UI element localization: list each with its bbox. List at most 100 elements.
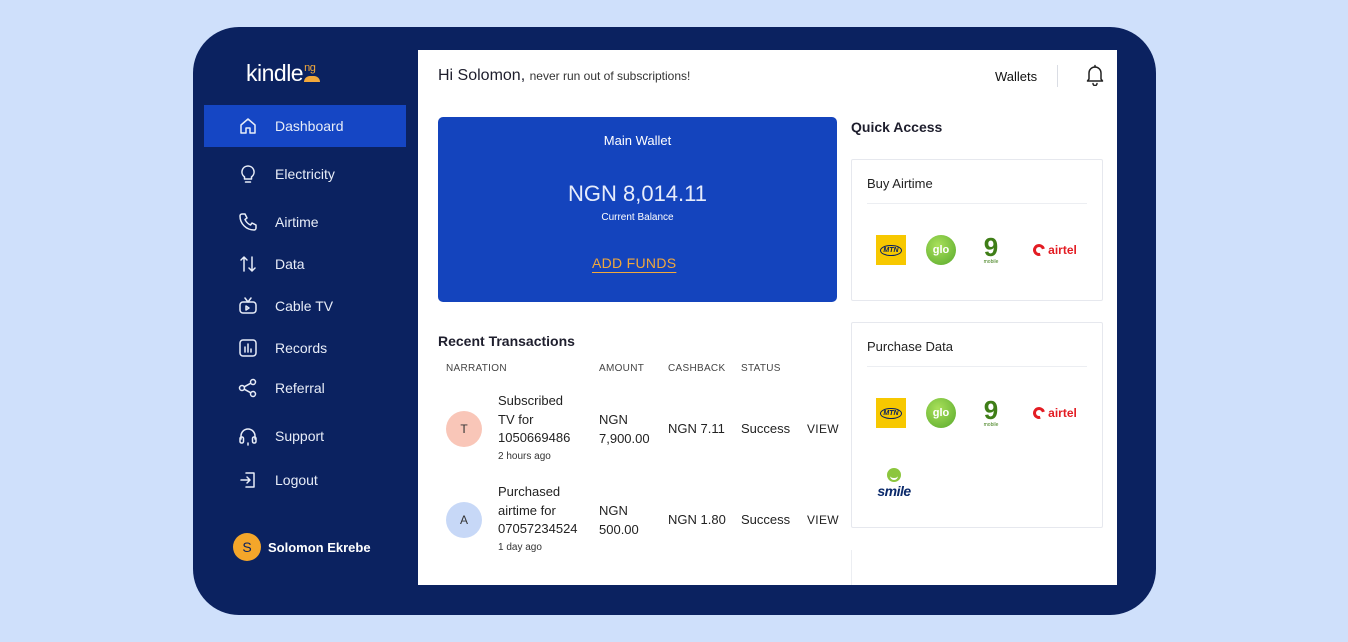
- 9mobile-logo-text: mobile: [983, 422, 999, 428]
- card-divider: [867, 366, 1087, 367]
- airtel-logo: airtel: [1030, 404, 1077, 422]
- greeting-tagline: never run out of subscriptions!: [529, 69, 691, 83]
- buy-airtime-card: Buy Airtime MTN glo 9 mobile airtel: [851, 159, 1103, 301]
- transaction-time: 1 day ago: [498, 541, 542, 553]
- mtn-logo-text: MTN: [880, 244, 902, 256]
- airtel-swirl-icon: [1030, 241, 1048, 259]
- narration-line: TV for: [498, 411, 534, 427]
- table-row: T Subscribed TV for 1050669486 2 hours a…: [418, 392, 848, 472]
- greeting-text: Hi Solomon,: [438, 67, 526, 84]
- transaction-cashback: NGN 1.80: [668, 512, 726, 527]
- 9mobile-logo: 9 mobile: [983, 395, 999, 428]
- card-edge: [851, 550, 852, 585]
- sidebar-item-label: Dashboard: [275, 118, 344, 134]
- sidebar-item-label: Logout: [275, 472, 318, 488]
- amount-currency: NGN: [599, 412, 628, 427]
- recent-transactions-title: Recent Transactions: [438, 333, 575, 349]
- transaction-avatar: T: [446, 411, 482, 447]
- column-header-status: STATUS: [741, 363, 781, 374]
- main-content: Hi Solomon, never run out of subscriptio…: [418, 50, 1117, 585]
- column-header-narration: NARRATION: [446, 363, 507, 374]
- chart-box-icon: [238, 338, 258, 358]
- narration-line: airtime for: [498, 502, 556, 518]
- sidebar-item-label: Airtime: [275, 214, 319, 230]
- wallet-title: Main Wallet: [603, 133, 672, 148]
- wallets-link[interactable]: Wallets: [995, 69, 1037, 84]
- airtel-logo-text: airtel: [1048, 243, 1077, 257]
- notification-bell-icon[interactable]: [1085, 64, 1105, 87]
- lightbulb-icon: [238, 164, 258, 184]
- glo-logo: glo: [926, 235, 956, 265]
- sidebar-item-airtime[interactable]: Airtime: [204, 201, 406, 243]
- 9mobile-logo-mark: 9: [983, 395, 999, 425]
- 9mobile-logo-text: mobile: [983, 259, 999, 265]
- smile-logo: smile: [877, 467, 911, 499]
- column-header-amount: AMOUNT: [599, 363, 645, 374]
- glo-logo-text: glo: [932, 244, 950, 256]
- airtel-logo-text: airtel: [1048, 406, 1077, 420]
- phone-icon: [238, 212, 258, 232]
- airtel-airtime-button[interactable]: airtel: [1030, 233, 1080, 267]
- airtel-data-button[interactable]: airtel: [1030, 396, 1080, 430]
- kindle-logo[interactable]: kindle ng: [246, 60, 321, 87]
- sidebar-item-label: Cable TV: [275, 298, 334, 314]
- view-transaction-link[interactable]: VIEW: [807, 422, 839, 436]
- share-icon: [238, 378, 258, 398]
- sidebar-item-data[interactable]: Data: [204, 243, 406, 285]
- sidebar-item-logout[interactable]: Logout: [204, 459, 406, 501]
- sidebar-item-label: Support: [275, 428, 325, 444]
- sidebar-item-support[interactable]: Support: [204, 415, 406, 457]
- narration-line: 1050669486: [498, 430, 571, 445]
- balance-label: Current Balance: [601, 212, 674, 223]
- logout-icon: [238, 470, 258, 490]
- app-screen: kindle ng Dashboard Electricity Airtime …: [193, 27, 1156, 615]
- transaction-time: 2 hours ago: [498, 450, 551, 462]
- smile-face-icon: [887, 467, 901, 482]
- user-profile[interactable]: S Solomon Ekrebe: [233, 533, 371, 561]
- mtn-logo: MTN: [876, 398, 906, 428]
- buy-airtime-title: Buy Airtime: [867, 176, 933, 191]
- transaction-narration: Purchased airtime for 07057234524 1 day …: [498, 483, 590, 557]
- transaction-status: Success: [741, 421, 791, 436]
- amount-value: 7,900.00: [599, 430, 650, 446]
- smile-data-button[interactable]: smile: [874, 463, 914, 503]
- airtel-logo: airtel: [1030, 241, 1077, 259]
- transaction-cashback: NGN 7.11: [668, 421, 725, 436]
- sidebar-item-records[interactable]: Records: [204, 327, 406, 369]
- sidebar-item-label: Referral: [275, 380, 325, 396]
- sidebar-item-referral[interactable]: Referral: [204, 367, 406, 409]
- sidebar-item-dashboard[interactable]: Dashboard: [204, 105, 406, 147]
- sidebar-item-label: Electricity: [275, 166, 335, 182]
- glo-logo-text: glo: [932, 407, 950, 419]
- smile-logo-text: smile: [877, 482, 911, 499]
- header-divider: [1057, 65, 1058, 87]
- 9mobile-logo-mark: 9: [983, 232, 999, 262]
- 9mobile-data-button[interactable]: 9 mobile: [974, 396, 1008, 430]
- logo-text: kindle: [246, 60, 304, 86]
- user-name: Solomon Ekrebe: [268, 539, 371, 555]
- sidebar-item-cable-tv[interactable]: Cable TV: [204, 285, 406, 327]
- glo-data-button[interactable]: glo: [924, 396, 958, 430]
- transaction-narration: Subscribed TV for 1050669486 2 hours ago: [498, 392, 590, 466]
- mtn-data-button[interactable]: MTN: [874, 396, 908, 430]
- 9mobile-airtime-button[interactable]: 9 mobile: [974, 233, 1008, 267]
- sidebar-item-electricity[interactable]: Electricity: [204, 153, 406, 195]
- mtn-airtime-button[interactable]: MTN: [874, 233, 908, 267]
- add-funds-button[interactable]: ADD FUNDS: [592, 255, 676, 271]
- airtel-swirl-icon: [1030, 404, 1048, 422]
- view-transaction-link[interactable]: VIEW: [807, 513, 839, 527]
- wallet-balance: NGN 8,014.11: [567, 181, 707, 206]
- transaction-status: Success: [741, 512, 791, 527]
- transaction-amount: NGN 500.00: [599, 502, 639, 539]
- logo-suffix: ng: [304, 62, 321, 82]
- narration-line: 07057234524: [498, 521, 578, 536]
- quick-access-title: Quick Access: [851, 119, 943, 135]
- mtn-logo-text: MTN: [880, 407, 902, 419]
- greeting: Hi Solomon, never run out of subscriptio…: [438, 67, 690, 85]
- glo-airtime-button[interactable]: glo: [924, 233, 958, 267]
- narration-line: Subscribed: [498, 393, 564, 408]
- sidebar-item-label: Records: [275, 340, 328, 356]
- narration-line: Purchased: [498, 484, 561, 499]
- transaction-avatar: A: [446, 502, 482, 538]
- main-wallet-card: Main Wallet NGN 8,014.11 Current Balance…: [438, 117, 837, 302]
